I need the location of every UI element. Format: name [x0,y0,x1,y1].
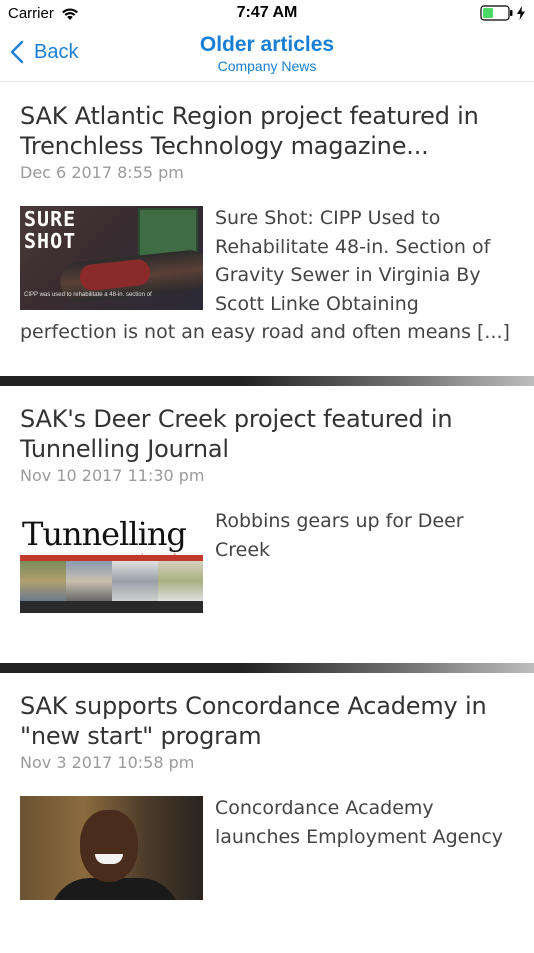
article-title[interactable]: SAK Atlantic Region project featured in … [20,101,514,161]
thumbnail-person-head [80,810,138,882]
article-thumbnail[interactable] [20,796,203,900]
page-subtitle: Company News [217,58,317,74]
article-title[interactable]: SAK's Deer Creek project featured in Tun… [20,404,514,464]
thumbnail-headline: SURE SHOT [24,207,77,253]
status-right [480,5,526,21]
article-body: Concordance Academy launches Employment … [20,794,514,904]
thumbnail-panel [112,561,158,601]
charging-bolt-icon [517,6,525,20]
thumbnail-bottom-band [20,601,203,613]
article-date: Nov 3 2017 10:58 pm [20,753,195,772]
article-body: Tunnelling journal Robbins gears up for … [20,507,514,617]
article-divider [0,663,534,673]
status-time: 7:47 AM [236,4,298,21]
navigation-bar: Back Older articles Company News [0,28,534,82]
page-title: Older articles [199,33,335,56]
article-item[interactable]: SAK supports Concordance Academy in "new… [0,673,534,953]
article-thumbnail[interactable]: SURE SHOT CIPP was used to rehabilitate a… [20,206,203,310]
article-excerpt: Concordance Academy launches Employment … [215,797,504,848]
status-bar: Carrier 7:47 AM [0,0,534,28]
battery-icon [480,5,513,21]
article-divider [0,376,534,386]
thumbnail-panel [66,561,112,601]
article-item[interactable]: SAK Atlantic Region project featured in … [0,83,534,376]
thumbnail-panel [158,561,203,601]
article-excerpt: Robbins gears up for Deer Creek [215,510,464,561]
thumbnail-caption: CIPP was used to rehabilitate a 48-in. s… [24,292,152,298]
article-item[interactable]: SAK's Deer Creek project featured in Tun… [0,386,534,663]
article-body: SURE SHOT CIPP was used to rehabilitate a… [20,204,514,347]
thumbnail-panel [20,561,66,601]
article-list: SAK Atlantic Region project featured in … [0,83,534,953]
article-title[interactable]: SAK supports Concordance Academy in "new… [20,691,514,751]
article-date: Nov 10 2017 11:30 pm [20,466,205,485]
article-date: Dec 6 2017 8:55 pm [20,163,184,182]
nav-titles: Older articles Company News [0,32,534,74]
article-thumbnail[interactable]: Tunnelling journal [20,509,203,613]
